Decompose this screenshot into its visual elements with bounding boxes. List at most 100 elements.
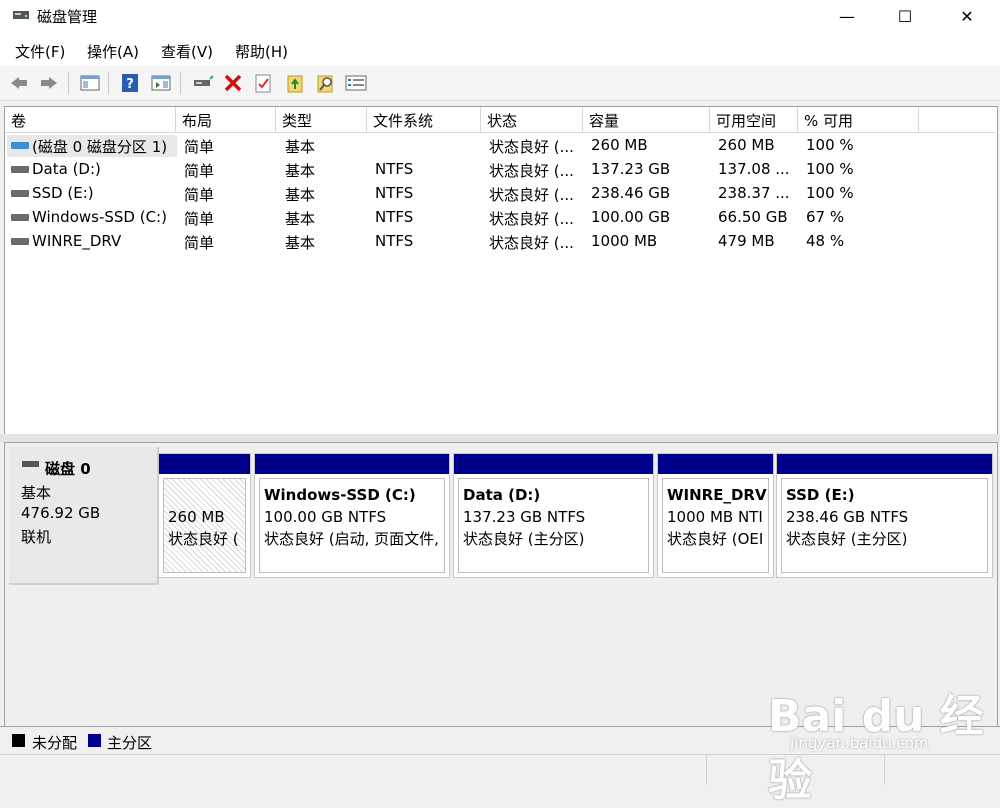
svg-text:?: ? [126,77,134,92]
maximize-button[interactable]: ☐ [876,0,934,32]
partition-status: 状态良好 (OEI [667,530,764,548]
partition-size: 100.00 GB NTFS [264,508,387,526]
console-tree-icon[interactable] [79,72,101,94]
forward-icon[interactable] [38,72,60,94]
cell-volume: WINRE_DRV [32,232,122,250]
column-header-empty [919,107,995,133]
partition-winre[interactable]: WINRE_DRV 1000 MB NTI 状态良好 (OEI [657,453,774,578]
cell-volume: Windows-SSD (C:) [32,208,167,226]
window-title: 磁盘管理 [37,8,98,26]
cell-capacity: 137.23 GB [591,160,671,178]
table-row[interactable]: Windows-SSD (C:) 简单 基本 NTFS 状态良好 (... 10… [5,206,995,230]
partition-type-bar [658,454,773,474]
cell-free-space: 66.50 GB [718,208,788,226]
find-icon[interactable] [315,72,337,94]
cell-percent-free: 100 % [806,160,854,178]
column-header-percent-free[interactable]: % 可用 [798,107,919,133]
partition-name: Windows-SSD (C:) [264,486,416,504]
partition-windows-ssd[interactable]: Windows-SSD (C:) 100.00 GB NTFS 状态良好 (启动… [254,453,450,578]
legend-unallocated: 未分配 [32,734,78,752]
action-pane-icon[interactable] [150,72,172,94]
close-button[interactable]: ✕ [938,0,996,32]
cell-type: 基本 [285,138,316,156]
cell-layout: 简单 [184,138,215,156]
cell-filesystem: NTFS [375,232,414,250]
disk-icon [22,461,39,467]
pane-splitter[interactable] [0,434,1000,442]
connect-disk-icon[interactable] [192,72,214,94]
cell-percent-free: 100 % [806,184,854,202]
cell-status: 状态良好 (... [489,138,574,156]
partition-efi[interactable]: 260 MB 状态良好 ( [158,453,251,578]
column-header-type[interactable]: 类型 [276,107,367,133]
menu-view[interactable]: 查看(V) [161,41,213,62]
cell-type: 基本 [285,186,316,204]
cell-type: 基本 [285,234,316,252]
cell-free-space: 260 MB [718,136,775,154]
partition-name [168,484,245,506]
delete-icon[interactable] [222,72,244,94]
cell-capacity: 1000 MB [591,232,658,250]
toolbar-separator [180,72,181,94]
properties-icon[interactable] [252,72,274,94]
column-header-capacity[interactable]: 容量 [583,107,710,133]
menu-help[interactable]: 帮助(H) [235,41,288,62]
cell-percent-free: 48 % [806,232,845,250]
partition-status: 状态良好 ( [168,530,239,548]
partition-name: WINRE_DRV [667,486,767,504]
partition-type-bar [777,454,992,474]
partition-type-bar [454,454,653,474]
import-icon[interactable] [284,72,306,94]
cell-free-space: 238.37 ... [718,184,790,202]
column-header-status[interactable]: 状态 [481,107,583,133]
baidu-watermark-url: jingyan.baidu.com [790,734,929,752]
partition-type-bar [159,454,250,474]
menu-action[interactable]: 操作(A) [87,41,139,62]
status-divider [706,755,707,785]
cell-volume: SSD (E:) [32,184,94,202]
volume-list[interactable]: 卷 布局 类型 文件系统 状态 容量 可用空间 % 可用 (磁盘 0 磁盘分区 … [4,106,998,435]
cell-layout: 简单 [184,210,215,228]
partition-size: 1000 MB NTI [667,508,763,526]
unallocated-swatch [12,734,25,747]
column-header-volume[interactable]: 卷 [5,107,176,133]
minimize-button[interactable]: — [818,0,876,32]
back-icon[interactable] [8,72,30,94]
cell-status: 状态良好 (... [489,186,574,204]
table-row[interactable]: Data (D:) 简单 基本 NTFS 状态良好 (... 137.23 GB… [5,158,995,182]
cell-layout: 简单 [184,234,215,252]
drive-icon [11,238,29,245]
cell-status: 状态良好 (... [489,162,574,180]
table-row[interactable]: WINRE_DRV 简单 基本 NTFS 状态良好 (... 1000 MB 4… [5,230,995,254]
partition-ssd[interactable]: SSD (E:) 238.46 GB NTFS 状态良好 (主分区) [776,453,993,578]
partition-status: 状态良好 (主分区) [786,530,908,548]
help-icon[interactable]: ? [119,72,141,94]
primary-partition-swatch [88,734,101,747]
column-header-layout[interactable]: 布局 [176,107,276,133]
close-icon: ✕ [960,6,974,26]
table-row[interactable]: SSD (E:) 简单 基本 NTFS 状态良好 (... 238.46 GB … [5,182,995,206]
partition-body: WINRE_DRV 1000 MB NTI 状态良好 (OEI [662,478,769,573]
table-row[interactable]: (磁盘 0 磁盘分区 1) 简单 基本 状态良好 (... 260 MB 260… [5,134,995,158]
drive-icon [11,166,29,173]
cell-filesystem: NTFS [375,184,414,202]
list-view-icon[interactable] [345,72,367,94]
disk-0-info[interactable]: 磁盘 0 基本 476.92 GB 联机 [9,447,159,585]
drive-icon [11,142,29,149]
partition-data[interactable]: Data (D:) 137.23 GB NTFS 状态良好 (主分区) [453,453,654,578]
menu-file[interactable]: 文件(F) [15,41,65,62]
partition-body: Windows-SSD (C:) 100.00 GB NTFS 状态良好 (启动… [259,478,445,573]
cell-free-space: 479 MB [718,232,775,250]
drive-icon [11,190,29,197]
cell-volume: (磁盘 0 磁盘分区 1) [32,138,168,156]
partition-body: SSD (E:) 238.46 GB NTFS 状态良好 (主分区) [781,478,988,573]
disk-management-app-icon [13,11,29,19]
partition-status: 状态良好 (启动, 页面文件, [264,530,439,548]
column-header-filesystem[interactable]: 文件系统 [367,107,481,133]
partition-size: 260 MB [168,508,225,526]
column-header-free-space[interactable]: 可用空间 [710,107,798,133]
partition-type-bar [255,454,449,474]
partition-size: 238.46 GB NTFS [786,508,909,526]
cell-capacity: 260 MB [591,136,648,154]
cell-free-space: 137.08 ... [718,160,790,178]
